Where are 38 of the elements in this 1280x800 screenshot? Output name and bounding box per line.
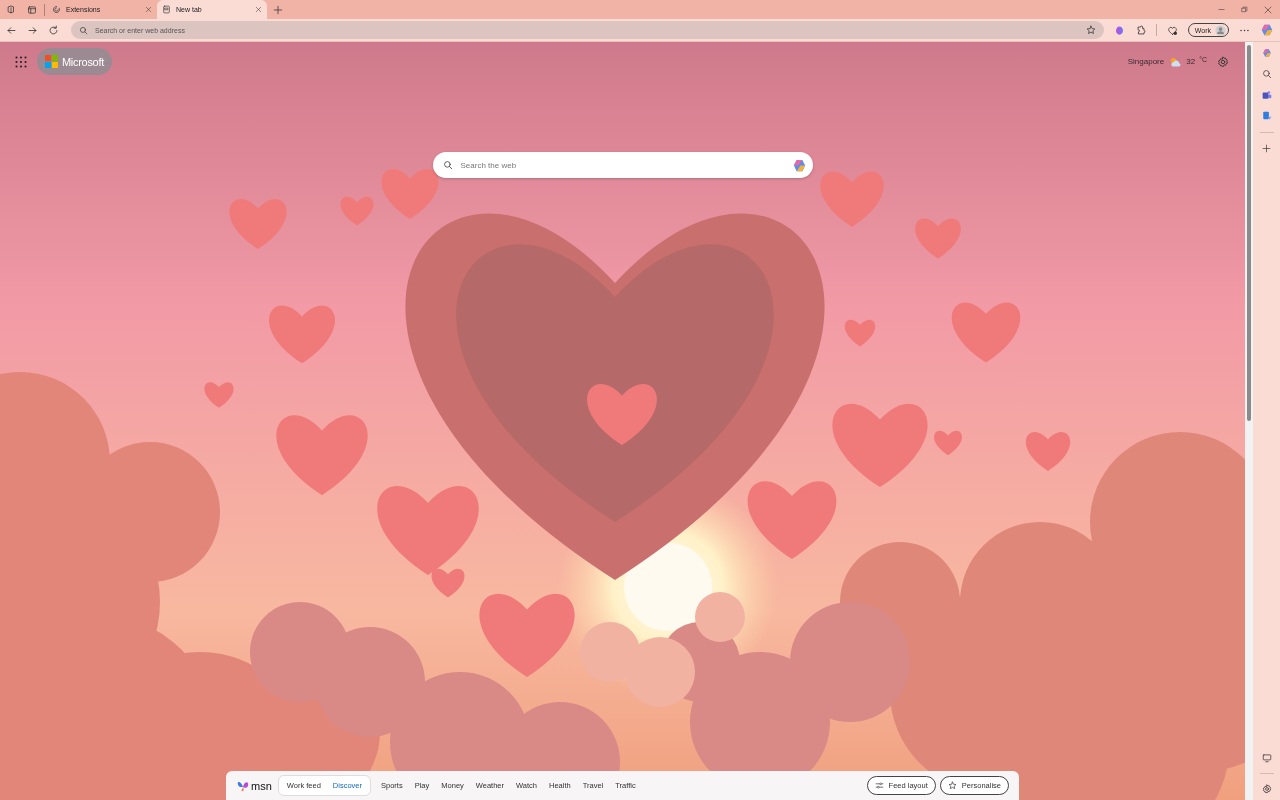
- star-icon[interactable]: [1085, 25, 1096, 35]
- temperature: 32: [1186, 57, 1196, 66]
- close-icon[interactable]: [145, 6, 152, 13]
- web-search-field[interactable]: Search the web: [432, 152, 813, 178]
- star-icon: [947, 781, 957, 790]
- people-icon[interactable]: [1261, 90, 1272, 100]
- document-translate-icon[interactable]: [1261, 111, 1272, 121]
- settings-icon[interactable]: [1217, 55, 1229, 68]
- scrollbar-thumb[interactable]: [1247, 45, 1251, 421]
- search-input[interactable]: Search the web: [460, 160, 784, 170]
- page-icon: [162, 5, 171, 14]
- gem-icon[interactable]: [1113, 24, 1125, 36]
- refresh-icon[interactable]: [48, 24, 59, 36]
- sliders-icon: [874, 781, 884, 790]
- avatar-icon: [1215, 24, 1226, 36]
- vertical-tabs-icon[interactable]: [26, 4, 37, 15]
- restore-icon[interactable]: [1241, 5, 1248, 13]
- close-icon[interactable]: [1264, 5, 1272, 14]
- heart-shield-icon[interactable]: [1166, 24, 1178, 36]
- search-icon: [79, 25, 88, 35]
- new-tab-plus-icon[interactable]: [273, 4, 283, 15]
- workspaces-icon[interactable]: [5, 4, 16, 15]
- add-icon[interactable]: [1262, 144, 1271, 153]
- sun-cloud-icon: [1168, 55, 1183, 68]
- copilot-icon[interactable]: [791, 157, 807, 173]
- microsoft-logo-icon: [45, 55, 58, 68]
- msn-logo-text: msn: [251, 779, 272, 792]
- apps-grid-icon[interactable]: [15, 55, 27, 68]
- settings-icon[interactable]: [1261, 784, 1272, 794]
- search-icon[interactable]: [1261, 69, 1272, 79]
- close-icon[interactable]: [255, 6, 262, 13]
- screen-icon[interactable]: [1261, 753, 1272, 763]
- copilot-icon[interactable]: [1260, 23, 1274, 37]
- search-icon: [442, 160, 453, 170]
- copilot-icon[interactable]: [1261, 48, 1272, 58]
- city-name: Singapore: [1127, 57, 1165, 66]
- forward-arrow-icon[interactable]: [27, 24, 38, 36]
- back-arrow-icon[interactable]: [6, 24, 17, 36]
